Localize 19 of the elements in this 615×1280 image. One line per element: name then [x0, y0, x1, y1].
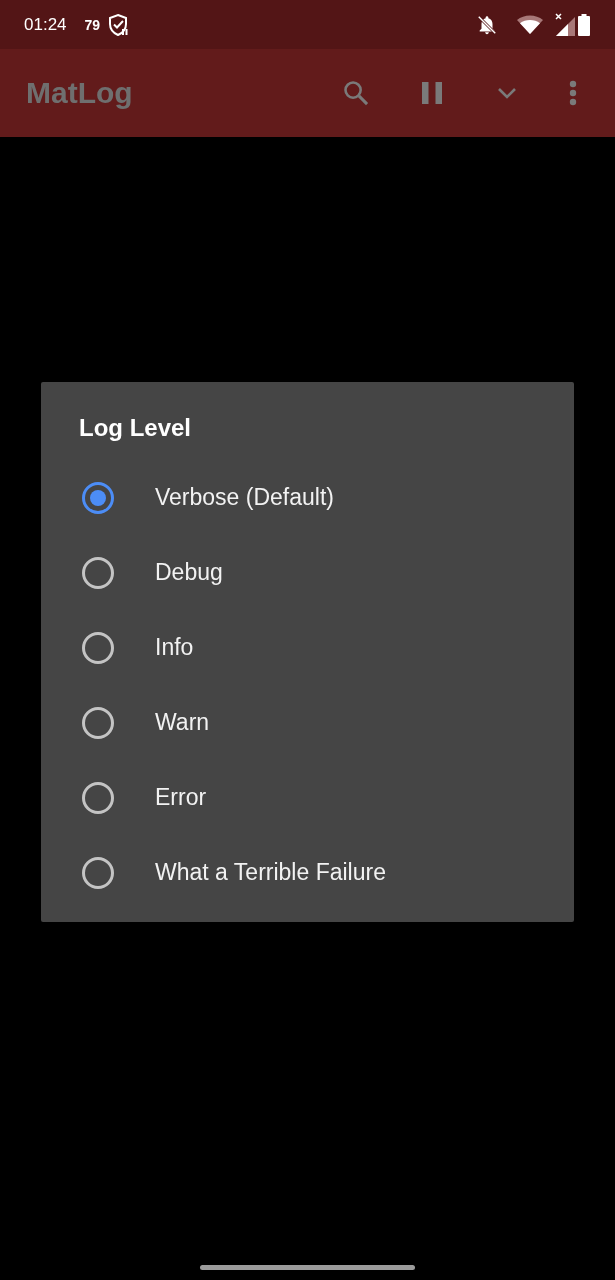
more-vertical-icon — [569, 80, 577, 106]
log-level-option[interactable]: Error — [41, 760, 574, 835]
pause-icon — [422, 82, 442, 104]
log-level-option[interactable]: Verbose (Default) — [41, 460, 574, 535]
log-level-option[interactable]: What a Terrible Failure — [41, 835, 574, 910]
battery-icon — [578, 13, 590, 36]
dialog-title: Log Level — [78, 413, 193, 443]
shield-check-icon — [106, 12, 131, 37]
cell-signal-icon — [554, 12, 576, 37]
status-time: 01:24 — [24, 16, 67, 33]
log-level-option[interactable]: Debug — [41, 535, 574, 610]
app-title: MatLog — [26, 78, 133, 108]
wifi-icon — [516, 13, 544, 36]
search-icon — [342, 79, 370, 107]
log-level-option[interactable]: Info — [41, 610, 574, 685]
chevron-down-icon — [497, 87, 517, 99]
bell-off-icon — [476, 13, 498, 36]
log-level-option[interactable]: Warn — [41, 685, 574, 760]
notification-count: 79 — [84, 17, 101, 32]
